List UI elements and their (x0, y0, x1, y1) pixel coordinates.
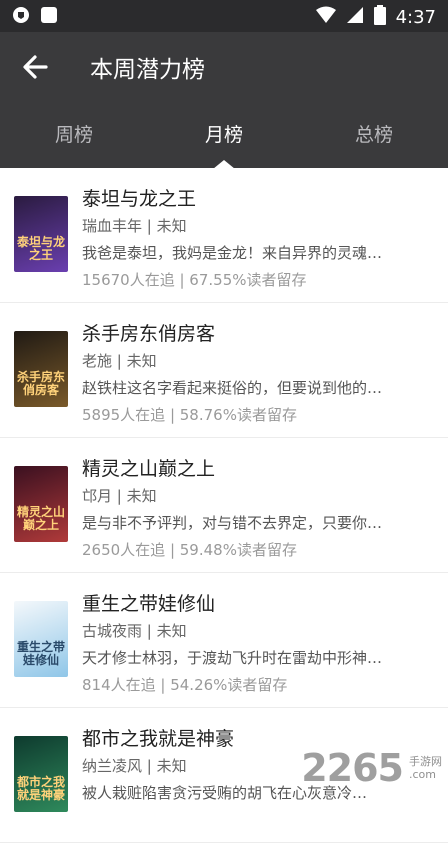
book-cover: 都市之我就是神豪 (14, 736, 68, 812)
book-cover: 重生之带娃修仙 (14, 601, 68, 677)
book-cover: 泰坦与龙之王 (14, 196, 68, 272)
watermark-domain: .com (409, 768, 436, 781)
book-stats: 2650人在追 | 59.48%读者留存 (82, 541, 297, 559)
page-title: 本周潜力榜 (90, 57, 205, 83)
app-bar: 本周潜力榜 (0, 32, 448, 102)
signal-icon (346, 6, 364, 28)
book-title: 精灵之山巅之上 (82, 458, 216, 480)
book-description: 我爸是泰坦，我妈是金龙！来自异界的灵魂… (82, 244, 383, 262)
cover-title: 泰坦与龙之王 (16, 235, 65, 262)
cover-title: 精灵之山巅之上 (16, 505, 65, 532)
back-button[interactable] (18, 52, 52, 82)
status-time: 4:37 (395, 6, 436, 28)
book-stats: 15670人在追 | 67.55%读者留存 (82, 271, 307, 289)
watermark-cn: 手游网 (409, 755, 442, 768)
watermark-logo: 2265 手游网 .com (301, 746, 442, 790)
book-list: 泰坦与龙之王 泰坦与龙之王 瑞血丰年 | 未知 我爸是泰坦，我妈是金龙！来自异界… (0, 168, 448, 843)
cover-title: 都市之我就是神豪 (16, 775, 65, 802)
list-item[interactable]: 泰坦与龙之王 泰坦与龙之王 瑞血丰年 | 未知 我爸是泰坦，我妈是金龙！来自异界… (0, 168, 448, 303)
book-title: 重生之带娃修仙 (82, 593, 216, 615)
watermark-text: 手游网 .com (409, 755, 442, 781)
book-stats: 814人在追 | 54.26%读者留存 (82, 676, 288, 694)
book-stats: 5895人在追 | 58.76%读者留存 (82, 406, 297, 424)
book-title: 杀手房东俏房客 (82, 323, 216, 345)
tab-total[interactable]: 总榜 (355, 120, 393, 147)
tab-bar: 周榜 月榜 总榜 (0, 102, 448, 169)
book-cover: 精灵之山巅之上 (14, 466, 68, 542)
book-title: 都市之我就是神豪 (82, 728, 235, 750)
book-description: 赵铁柱这名字看起来挺俗的，但要说到他的… (82, 379, 383, 397)
tab-weekly[interactable]: 周榜 (55, 120, 93, 147)
wifi-icon (315, 6, 336, 28)
book-author: 老施 | 未知 (82, 352, 157, 370)
status-bar: 4:37 (0, 0, 448, 32)
cover-title: 杀手房东俏房客 (16, 370, 65, 397)
book-author: 瑞血丰年 | 未知 (82, 217, 187, 235)
book-author: 古城夜雨 | 未知 (82, 622, 187, 640)
book-description: 是与非不予评判，对与错不去界定，只要你… (82, 514, 383, 532)
list-item[interactable]: 精灵之山巅之上 精灵之山巅之上 邙月 | 未知 是与非不予评判，对与错不去界定，… (0, 438, 448, 573)
watermark-number: 2265 (301, 746, 404, 790)
back-arrow-icon (23, 55, 48, 79)
list-item[interactable]: 重生之带娃修仙 重生之带娃修仙 古城夜雨 | 未知 天才修士林羽，于渡劫飞升时在… (0, 573, 448, 708)
shield-icon (12, 6, 30, 28)
book-author: 邙月 | 未知 (82, 487, 157, 505)
notification-icon (40, 6, 58, 28)
book-description: 天才修士林羽，于渡劫飞升时在雷劫中形神… (82, 649, 383, 667)
book-title: 泰坦与龙之王 (82, 188, 197, 210)
list-item[interactable]: 杀手房东俏房客 杀手房东俏房客 老施 | 未知 赵铁柱这名字看起来挺俗的，但要说… (0, 303, 448, 438)
book-cover: 杀手房东俏房客 (14, 331, 68, 407)
battery-icon (373, 5, 386, 29)
book-author: 纳兰凌风 | 未知 (82, 757, 187, 775)
cover-title: 重生之带娃修仙 (16, 640, 65, 667)
tab-monthly[interactable]: 月榜 (205, 120, 243, 147)
